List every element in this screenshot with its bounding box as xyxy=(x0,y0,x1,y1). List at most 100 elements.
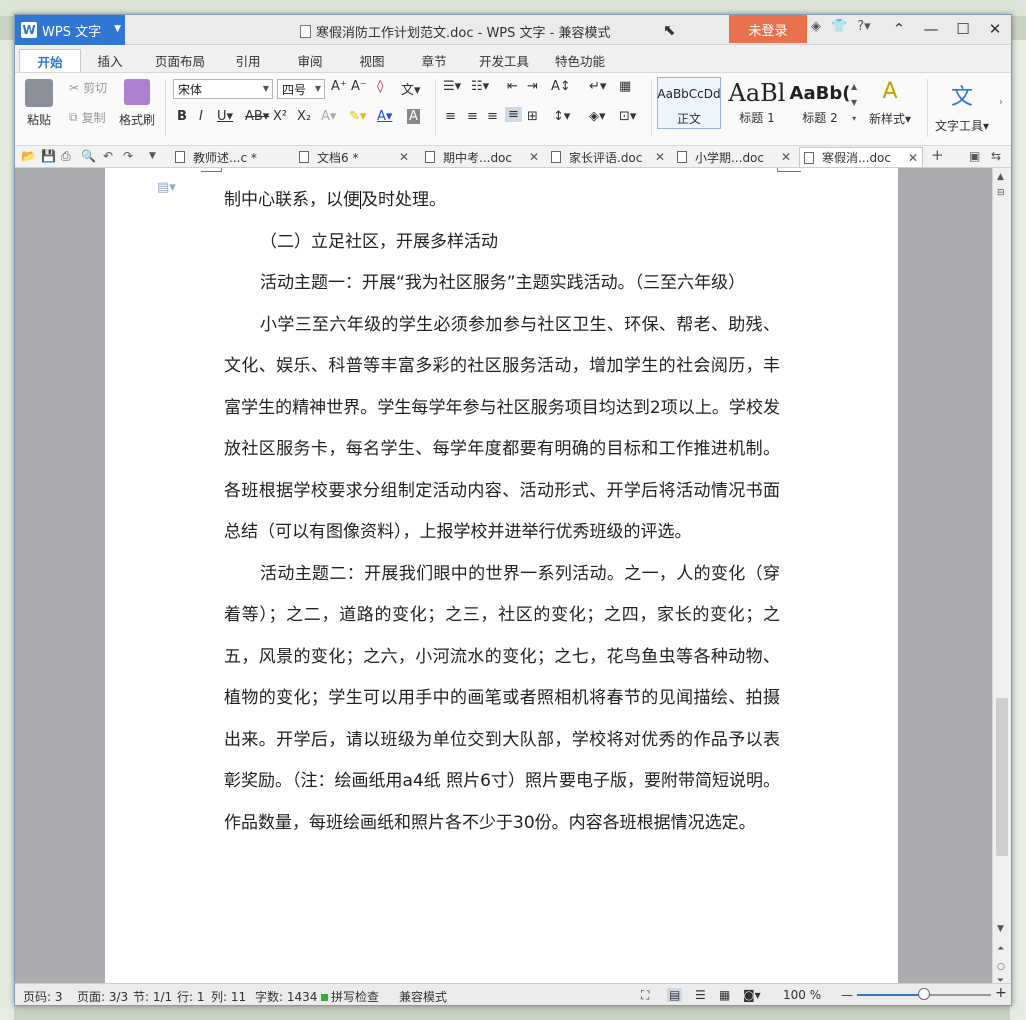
tab-chapter[interactable]: 章节 xyxy=(411,49,457,72)
tab-references[interactable]: 引用 xyxy=(225,49,271,72)
doc-tab[interactable]: 文档6 * ✕ xyxy=(295,147,415,167)
tab-page-layout[interactable]: 页面布局 xyxy=(147,49,213,72)
justify-icon[interactable]: ≡ xyxy=(505,107,522,122)
spell-check-button[interactable]: 拼写检查 xyxy=(321,988,379,1005)
close-tab-icon[interactable]: ✕ xyxy=(908,151,918,165)
prev-page-icon[interactable]: ⏶ xyxy=(997,944,1004,954)
status-word-count[interactable]: 字数: 1434 xyxy=(255,988,317,1005)
page-view-icon[interactable]: ▤ xyxy=(667,988,683,1002)
feedback-icon[interactable]: ◈ xyxy=(811,19,821,34)
char-shading-icon[interactable]: A xyxy=(407,109,420,124)
tab-insert[interactable]: 插入 xyxy=(85,49,135,72)
align-center-icon[interactable]: ≡ xyxy=(467,109,478,124)
close-tab-icon[interactable]: ✕ xyxy=(655,150,665,164)
shrink-font-icon[interactable]: A⁻ xyxy=(351,79,367,94)
increase-indent-icon[interactable]: ⇥ xyxy=(527,79,538,94)
grow-font-icon[interactable]: A⁺ xyxy=(331,79,347,94)
highlight-icon[interactable]: ✎▾ xyxy=(349,109,366,124)
tab-view[interactable]: 视图 xyxy=(349,49,395,72)
bullets-icon[interactable]: ☰▾ xyxy=(443,79,461,94)
scrollbar-thumb[interactable] xyxy=(996,698,1008,856)
italic-icon[interactable]: I xyxy=(199,109,203,124)
document-text[interactable]: 制中心联系，以便及时处理。 （二）立足社区，开展多样活动 活动主题一：开展“我为… xyxy=(224,180,780,844)
chevron-up-icon[interactable]: ▲ xyxy=(851,79,857,95)
undo-icon[interactable]: ↶ xyxy=(103,149,113,163)
doc-tab-active[interactable]: 寒假消...doc ✕ xyxy=(799,147,923,167)
tab-list-icon[interactable]: ▣ xyxy=(969,149,980,163)
skin-icon[interactable]: 👕 xyxy=(831,19,847,34)
outline-view-icon[interactable]: ☰ xyxy=(695,988,706,1002)
strikethrough-icon[interactable]: AB▾ xyxy=(245,109,269,124)
bold-icon[interactable]: B xyxy=(177,109,187,124)
line-spacing-icon[interactable]: ↕▾ xyxy=(553,109,570,124)
close-tab-icon[interactable]: ✕ xyxy=(399,150,409,164)
clear-format-icon[interactable]: ◊ xyxy=(377,79,383,94)
style-scroll[interactable]: ▲ ▼ ▾ xyxy=(851,79,857,127)
zoom-out-icon[interactable]: — xyxy=(841,988,853,1002)
phonetic-icon[interactable]: 文▾ xyxy=(401,79,421,98)
tab-switch-icon[interactable]: ⇆ xyxy=(991,149,1001,163)
format-painter-button[interactable]: 格式刷 xyxy=(119,79,155,128)
scroll-up-icon[interactable]: ▲ xyxy=(997,172,1004,182)
open-icon[interactable]: 📂 xyxy=(21,149,36,163)
login-button[interactable]: 未登录 xyxy=(729,15,807,43)
text-effect-icon[interactable]: A▾ xyxy=(321,109,336,124)
minimize-icon[interactable]: — xyxy=(915,15,947,43)
app-menu-button[interactable]: W WPS 文字 ▼ xyxy=(15,15,125,45)
decrease-indent-icon[interactable]: ⇤ xyxy=(507,79,518,94)
style-heading-1[interactable]: AaBl 标题 1 xyxy=(725,77,789,129)
document-page[interactable]: ▤▾ 制中心联系，以便及时处理。 （二）立足社区，开展多样活动 活动主题一：开展… xyxy=(105,168,898,983)
close-icon[interactable]: ✕ xyxy=(979,15,1011,43)
close-tab-icon[interactable]: ✕ xyxy=(529,150,539,164)
tab-developer[interactable]: 开发工具 xyxy=(471,49,537,72)
chevron-down-icon[interactable]: ▼ xyxy=(149,151,156,161)
select-browse-icon[interactable]: ○ xyxy=(997,962,1005,972)
new-tab-icon[interactable]: + xyxy=(931,146,944,164)
distributed-icon[interactable]: ⊞ xyxy=(527,109,538,124)
text-tools-button[interactable]: 文 文字工具▾ xyxy=(935,79,989,134)
cut-button[interactable]: ✂ 剪切 xyxy=(69,79,107,96)
chevron-down-icon[interactable]: ▼ xyxy=(851,95,857,111)
scroll-down-icon[interactable]: ▼ xyxy=(997,924,1004,934)
tab-special[interactable]: 特色功能 xyxy=(547,49,613,72)
doc-tab[interactable]: 小学期...doc ✕ xyxy=(673,147,797,167)
save-icon[interactable]: 💾 xyxy=(41,149,56,163)
pin-icon[interactable]: ⊟ xyxy=(997,188,1005,198)
reading-view-icon[interactable]: ◙▾ xyxy=(743,988,761,1002)
expand-icon[interactable]: ▾ xyxy=(852,111,856,127)
tab-review[interactable]: 审阅 xyxy=(287,49,333,72)
superscript-icon[interactable]: X² xyxy=(273,109,287,124)
numbering-icon[interactable]: ☷▾ xyxy=(471,79,489,94)
collapse-ribbon-icon[interactable]: ⌃ xyxy=(883,15,915,43)
align-left-icon[interactable]: ≡ xyxy=(445,109,456,124)
doc-tab[interactable]: 期中考...doc ✕ xyxy=(421,147,543,167)
copy-button[interactable]: ⧉ 复制 xyxy=(69,109,106,126)
print-preview-icon[interactable]: 🔍 xyxy=(81,149,96,163)
subscript-icon[interactable]: X₂ xyxy=(297,109,311,124)
vertical-scrollbar[interactable]: ▲ ⊟ ▼ ⏶ ○ ⏷ xyxy=(992,168,1011,986)
new-style-button[interactable]: A 新样式▾ xyxy=(869,79,911,127)
style-normal[interactable]: AaBbCcDd 正文 xyxy=(657,77,721,129)
style-heading-2[interactable]: AaBb( 标题 2 xyxy=(789,77,851,129)
zoom-in-icon[interactable]: + xyxy=(995,985,1007,1001)
paste-button[interactable]: 粘贴 xyxy=(25,79,53,128)
fullscreen-icon[interactable]: ⛶ xyxy=(641,988,649,1003)
chevron-right-icon[interactable]: › xyxy=(999,97,1003,108)
doc-tab[interactable]: 家长评语.doc ✕ xyxy=(547,147,673,167)
print-icon[interactable]: ⎙ xyxy=(61,149,71,164)
zoom-level[interactable]: 100 % xyxy=(783,988,821,1002)
align-right-icon[interactable]: ≡ xyxy=(487,109,498,124)
paragraph-marker-icon[interactable]: ▤▾ xyxy=(157,180,176,195)
borders-icon[interactable]: ⊡▾ xyxy=(619,109,636,124)
help-icon[interactable]: ?▾ xyxy=(857,19,870,34)
font-size-select[interactable]: 四号 ▼ xyxy=(277,79,325,99)
redo-icon[interactable]: ↷ xyxy=(123,149,133,163)
tab-home[interactable]: 开始 xyxy=(19,49,81,72)
show-marks-icon[interactable]: ↵▾ xyxy=(589,79,606,94)
font-color-icon[interactable]: A▾ xyxy=(377,109,392,124)
sort-icon[interactable]: A↕ xyxy=(551,79,571,94)
shading-icon[interactable]: ◈▾ xyxy=(589,109,606,124)
web-view-icon[interactable]: ▦ xyxy=(719,988,730,1002)
font-name-select[interactable]: 宋体 ▼ xyxy=(173,79,273,99)
doc-tab[interactable]: 教师述...c * xyxy=(171,147,289,167)
